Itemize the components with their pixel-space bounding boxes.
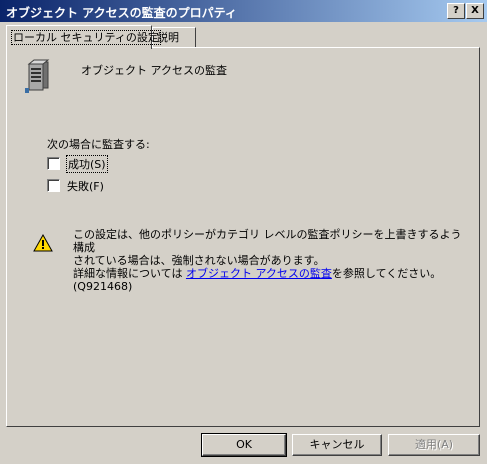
warning-line-2: されている場合は、強制されない場合があります。: [73, 254, 325, 267]
close-button[interactable]: X: [466, 3, 484, 19]
title-bar[interactable]: オブジェクト アクセスの監査のプロパティ ? X: [0, 0, 487, 22]
tab-panel: オブジェクト アクセスの監査 次の場合に監査する: 成功(S) 失敗(F) この…: [6, 47, 480, 427]
failure-checkbox-row[interactable]: 失敗(F): [47, 178, 127, 194]
help-button[interactable]: ?: [447, 3, 465, 19]
policy-name: オブジェクト アクセスの監査: [81, 64, 227, 77]
warning-kb-ref: (Q921468): [73, 280, 133, 293]
success-checkbox-row[interactable]: 成功(S): [47, 155, 127, 173]
ok-button[interactable]: OK: [201, 433, 287, 457]
audit-label: 次の場合に監査する:: [47, 138, 150, 151]
cancel-button[interactable]: キャンセル: [292, 434, 382, 456]
audit-object-access-link[interactable]: オブジェクト アクセスの監査: [186, 267, 332, 280]
warning-line-3: 詳細な情報については オブジェクト アクセスの監査を参照してください。: [73, 267, 442, 280]
tab-local-security-setting[interactable]: ローカル セキュリティの設定: [6, 25, 161, 49]
apply-button[interactable]: 適用(A): [388, 434, 480, 456]
warning-icon: [33, 234, 53, 252]
success-checkbox[interactable]: [47, 157, 60, 170]
failure-checkbox[interactable]: [47, 179, 60, 192]
window-title: オブジェクト アクセスの監査のプロパティ: [6, 6, 237, 20]
policy-server-icon: [25, 59, 50, 93]
warning-message: この設定は、他のポリシーがカテゴリ レベルの監査ポリシーを上書きするよう構成 さ…: [73, 228, 463, 293]
success-label[interactable]: 成功(S): [66, 155, 108, 173]
failure-label[interactable]: 失敗(F): [67, 178, 104, 194]
warning-line-1: この設定は、他のポリシーがカテゴリ レベルの監査ポリシーを上書きするよう構成: [73, 228, 462, 254]
